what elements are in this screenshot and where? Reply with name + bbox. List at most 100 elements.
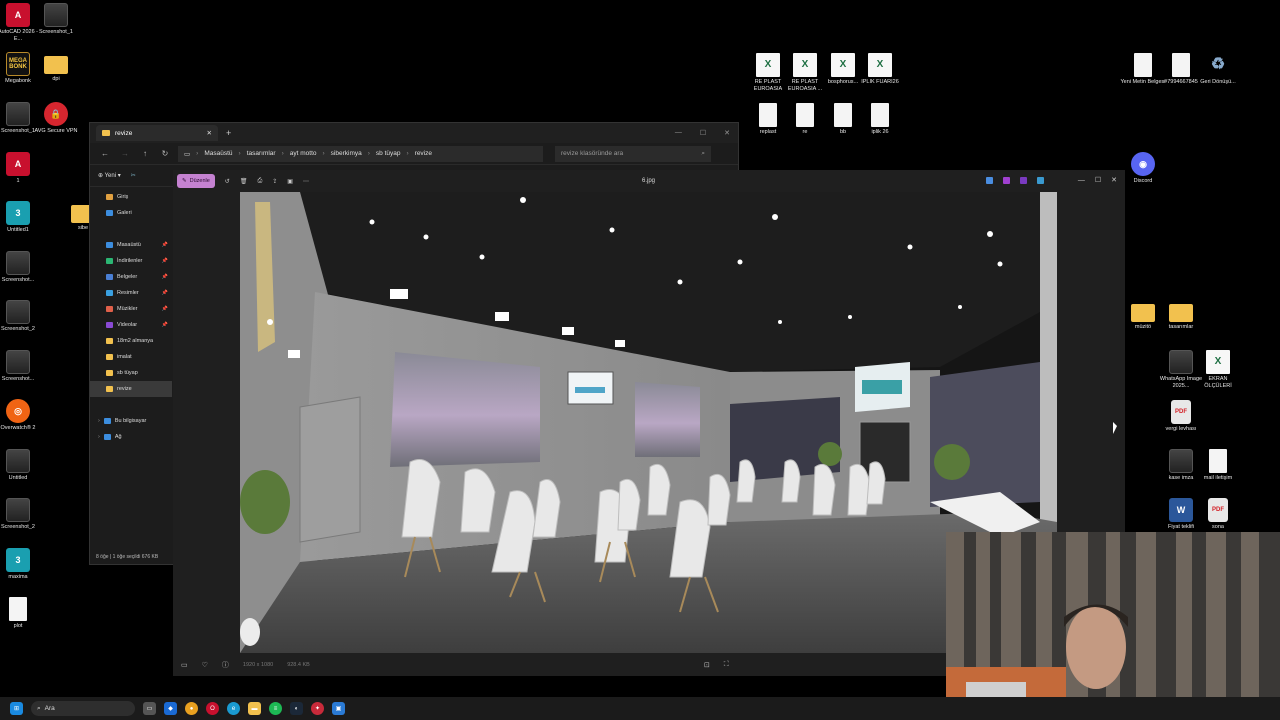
desktop-icon[interactable]: X IPLIK FUARI26 [857, 53, 903, 86]
pin-icon[interactable]: 📌 [162, 322, 168, 328]
sidebar-item[interactable]: sb tüyap [90, 365, 172, 381]
maximize-icon[interactable]: ☐ [700, 129, 706, 137]
delete-icon[interactable]: 🗑 [240, 178, 248, 185]
pin-icon[interactable]: 📌 [162, 290, 168, 296]
explorer-tab[interactable]: revize ✕ [96, 125, 218, 141]
chevron-right-icon[interactable]: › [98, 418, 100, 424]
sidebar-item[interactable]: Müzikler 📌 [90, 301, 172, 317]
sidebar-item[interactable]: Resimler 📌 [90, 285, 172, 301]
pin-icon[interactable]: 📌 [162, 242, 168, 248]
app-icon[interactable]: ✦ [311, 702, 324, 715]
back-icon[interactable]: ← [98, 149, 112, 158]
desktop-icon[interactable]: 🔒 AVG Secure VPN [33, 102, 79, 135]
sidebar-item[interactable]: Belgeler 📌 [90, 269, 172, 285]
sidebar-item[interactable]: Masaüstü 📌 [90, 237, 172, 253]
breadcrumb-item[interactable]: revize [415, 150, 432, 157]
photos-icon[interactable]: ▣ [332, 702, 345, 715]
breadcrumb-item[interactable]: tasarımlar [247, 150, 276, 157]
desktop-icon[interactable]: Screenshot... [0, 251, 41, 284]
info-icon[interactable]: ⓘ [222, 660, 229, 670]
pin-icon[interactable]: 📌 [162, 274, 168, 280]
breadcrumb-item[interactable]: ayt motto [290, 150, 317, 157]
new-tab-button[interactable]: + [226, 128, 231, 138]
taskbar-search[interactable]: ⌕ Ara [31, 701, 135, 716]
desktop-icon[interactable]: ♻ Geri Dönüşü... [1195, 53, 1241, 86]
start-icon[interactable]: ⊞ [10, 702, 23, 715]
desktop-icon[interactable]: Untitled [0, 449, 41, 482]
share-icon[interactable]: ⇪ [272, 178, 277, 185]
document-icon [759, 103, 777, 127]
slideshow-icon[interactable]: ▣ [287, 178, 293, 185]
minimize-icon[interactable]: — [675, 129, 682, 137]
desktop-icon[interactable]: Screenshot_2 [0, 300, 41, 333]
sidebar-item-label: Giriş [117, 194, 129, 200]
sidebar-item[interactable]: Giriş [90, 189, 172, 205]
desktop-icon[interactable]: dpi [33, 52, 79, 83]
desktop-icon[interactable]: mail iletişim [1195, 449, 1241, 482]
pin-icon[interactable]: 📌 [162, 258, 168, 264]
desktop-icon[interactable]: iplik 26 [857, 103, 903, 136]
up-icon[interactable]: ↑ [138, 149, 152, 158]
edit-button[interactable]: ✎ Düzenle [177, 174, 215, 188]
print-icon[interactable]: ⎙ [257, 178, 262, 185]
refresh-icon[interactable]: ↻ [158, 149, 172, 158]
task-view-icon[interactable]: ▭ [143, 702, 156, 715]
sidebar-item[interactable]: imalat [90, 349, 172, 365]
close-icon[interactable]: ✕ [1111, 176, 1117, 184]
sidebar-item[interactable]: › Bu bilgisayar [90, 413, 172, 429]
opera-icon[interactable]: O [206, 702, 219, 715]
sidebar-item[interactable]: Videolar 📌 [90, 317, 172, 333]
desktop-icon[interactable]: ◉ Discord [1120, 152, 1166, 185]
sidebar-item[interactable]: revize [90, 381, 172, 397]
desktop-icon[interactable]: PDF sona [1195, 498, 1241, 531]
desktop-icon[interactable]: plot [0, 597, 41, 630]
folder-icon [103, 434, 111, 440]
file-explorer-icon[interactable]: ▬ [248, 702, 261, 715]
new-button[interactable]: ⊕ Yeni ▾ [98, 172, 121, 179]
spotify-icon[interactable]: ≡ [269, 702, 282, 715]
desktop-icon[interactable]: Screenshot_1 [33, 3, 79, 36]
fullscreen-icon[interactable]: ⛶ [724, 661, 729, 669]
chevron-right-icon[interactable]: › [98, 434, 100, 440]
close-tab-icon[interactable]: ✕ [207, 129, 212, 137]
desktop-icon[interactable]: 3 maxima [0, 548, 41, 581]
chrome-icon[interactable]: ● [185, 702, 198, 715]
filmstrip-icon[interactable]: ▭ [181, 661, 188, 669]
search-input[interactable]: revize klasöründe ara ⌕ [555, 145, 711, 162]
sidebar-item[interactable]: › Ağ [90, 429, 172, 445]
breadcrumb-item[interactable]: siberkimya [331, 150, 362, 157]
sidebar-item[interactable]: Galeri [90, 205, 172, 221]
sidebar-item[interactable]: 18m2 almanya [90, 333, 172, 349]
app-icon-4[interactable] [1036, 176, 1044, 184]
breadcrumb-item[interactable]: sb tüyap [376, 150, 401, 157]
more-icon[interactable]: ⋯ [303, 178, 309, 185]
breadcrumb-item[interactable]: Masaüstü [204, 150, 232, 157]
photo-canvas[interactable] [240, 192, 1057, 653]
breadcrumb[interactable]: ▭ › Masaüstü › tasarımlar › ayt motto › sib… [178, 145, 543, 162]
desktop-icon[interactable]: Screenshot_2 [0, 498, 41, 531]
favorite-icon[interactable]: ♡ [202, 661, 208, 669]
cut-icon[interactable]: ✂ [131, 172, 136, 179]
app-icon[interactable]: ◆ [164, 702, 177, 715]
desktop-icon[interactable]: Screenshot... [0, 350, 41, 383]
pin-icon[interactable]: 📌 [162, 306, 168, 312]
desktop-icon[interactable]: A1 [0, 152, 41, 185]
desktop-icon[interactable]: 3 Untitled1 [0, 201, 41, 234]
app-icon-3[interactable] [1019, 176, 1027, 184]
fit-icon[interactable]: ⊡ [704, 661, 710, 669]
desktop-icon[interactable]: X EKRAN ÖLÇÜLERİ [1195, 350, 1241, 389]
desktop-icon[interactable]: tasarımlar [1158, 300, 1204, 331]
sidebar-item[interactable]: İndirilenler 📌 [90, 253, 172, 269]
desktop-icon[interactable]: ◎ Overwatch® 2 [0, 399, 41, 432]
maximize-icon[interactable]: ☐ [1095, 176, 1101, 184]
edge-icon[interactable]: e [227, 702, 240, 715]
forward-icon[interactable]: → [118, 149, 132, 158]
desktop-icon[interactable]: PDF vergi levhası [1158, 400, 1204, 433]
steam-icon[interactable]: ◐ [290, 702, 303, 715]
minimize-icon[interactable]: — [1078, 177, 1085, 184]
app-icon-1[interactable] [985, 176, 993, 184]
close-icon[interactable]: ✕ [724, 129, 730, 137]
rotate-icon[interactable]: ↺ [225, 178, 230, 185]
app-icon-2[interactable] [1002, 176, 1010, 184]
booth-render-image [240, 192, 1057, 653]
